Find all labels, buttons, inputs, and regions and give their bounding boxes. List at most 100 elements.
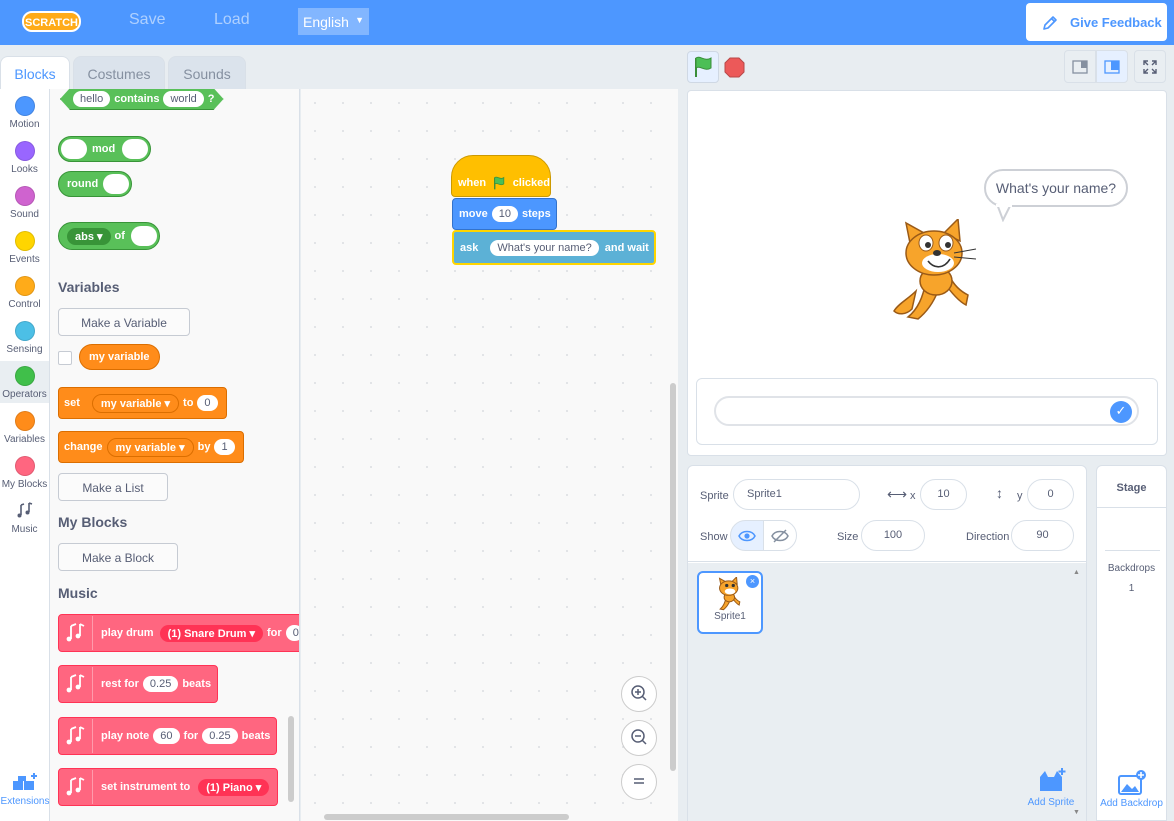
category-my-blocks[interactable]: My Blocks — [0, 456, 49, 490]
mod-block[interactable]: mod — [58, 136, 152, 162]
sprite-tile[interactable]: × Sprite1 — [697, 571, 763, 634]
script-horizontal-scrollbar[interactable] — [324, 814, 569, 820]
set-variable-block[interactable]: set my variable ▾ to 0 — [58, 387, 227, 419]
pencil-icon — [1043, 16, 1057, 30]
x-position-field[interactable]: 10 — [920, 479, 967, 510]
zoom-out-button[interactable] — [621, 720, 657, 756]
extensions-button[interactable]: Extensions — [0, 768, 50, 821]
direction-label: Direction — [966, 531, 1010, 543]
round-input[interactable] — [103, 174, 130, 194]
sensing-dot-icon — [14, 321, 35, 341]
add-backdrop-button[interactable]: Add Backdrop — [1097, 770, 1166, 809]
category-label: Events — [9, 254, 40, 265]
ask-and-wait-block[interactable]: ask What's your name? and wait — [452, 230, 656, 265]
x-label: x — [910, 490, 916, 502]
palette-scrollbar[interactable] — [288, 716, 294, 802]
make-block-button[interactable]: Make a Block — [58, 543, 178, 571]
move-steps-input[interactable]: 10 — [491, 206, 518, 222]
load-menu[interactable]: Load — [214, 11, 250, 29]
scroll-down-icon[interactable]: ▼ — [1073, 809, 1080, 816]
category-motion[interactable]: Motion — [0, 96, 49, 130]
show-visible-button[interactable] — [730, 520, 764, 551]
play-note-block[interactable]: play note 60 for 0.25 beats — [58, 717, 278, 755]
contains-block[interactable]: hello contains world ? — [60, 89, 224, 110]
tab-costumes[interactable]: Costumes — [73, 56, 165, 90]
green-flag-button[interactable] — [687, 51, 719, 83]
make-list-button[interactable]: Make a List — [58, 473, 168, 501]
rest-beats-label: beats — [182, 678, 212, 690]
round-block[interactable]: round — [58, 171, 133, 197]
rest-for-block[interactable]: rest for 0.25 beats — [58, 665, 219, 703]
my-variable-reporter[interactable]: my variable — [79, 344, 160, 370]
y-position-field[interactable]: 0 — [1027, 479, 1074, 510]
script-area[interactable]: when clicked move 10 steps ask What's yo… — [301, 89, 678, 821]
zoom-in-button[interactable] — [621, 676, 657, 712]
change-var-dropdown[interactable]: my variable ▾ — [106, 437, 194, 457]
contains-input-b[interactable]: world — [163, 91, 203, 107]
submit-answer-button[interactable]: ✓ — [1110, 401, 1132, 423]
zoom-reset-button[interactable] — [621, 764, 657, 800]
show-hidden-button[interactable] — [763, 520, 797, 551]
stage-canvas[interactable]: What's your name? ✓ — [687, 90, 1167, 456]
sprite-pane: Sprite Sprite1 ⟷ x 10 ↕ y 0 Show Size 10… — [687, 465, 1087, 821]
normal-stage-button[interactable] — [1096, 50, 1128, 83]
drum-dropdown[interactable]: (1) Snare Drum ▾ — [159, 624, 264, 642]
cat-sprite[interactable] — [888, 219, 988, 323]
set-value-input[interactable]: 0 — [197, 395, 218, 411]
abs-block[interactable]: abs ▾ of — [58, 222, 160, 250]
fullscreen-button[interactable] — [1134, 50, 1166, 83]
control-dot-icon — [14, 276, 35, 296]
category-menu: Motion Looks Sound Events Control Sensin… — [0, 89, 50, 821]
category-sound[interactable]: Sound — [0, 186, 49, 220]
category-sensing[interactable]: Sensing — [0, 321, 49, 355]
scratch-logo[interactable]: SCRATCH — [22, 10, 81, 33]
category-looks[interactable]: Looks — [0, 141, 49, 175]
mod-input-b[interactable] — [122, 139, 149, 159]
tab-sounds[interactable]: Sounds — [168, 56, 246, 90]
add-sprite-button[interactable]: Add Sprite — [1024, 767, 1078, 808]
give-feedback-button[interactable]: Give Feedback — [1026, 3, 1167, 41]
category-control[interactable]: Control — [0, 276, 49, 310]
abs-of-label: of — [114, 230, 125, 242]
size-field[interactable]: 100 — [861, 520, 925, 551]
vertical-arrows-icon: ↕ — [996, 485, 1003, 501]
tab-blocks[interactable]: Blocks — [0, 56, 70, 92]
set-instrument-block[interactable]: set instrument to (1) Piano ▾ — [58, 768, 279, 806]
category-operators[interactable]: Operators — [0, 361, 49, 403]
answer-input[interactable]: ✓ — [714, 396, 1139, 426]
note-beats-input[interactable]: 0.25 — [202, 728, 238, 744]
play-drum-beats-input[interactable]: 0. — [285, 625, 299, 641]
eye-icon — [738, 530, 756, 542]
change-value-input[interactable]: 1 — [214, 439, 235, 455]
scroll-up-icon[interactable]: ▲ — [1073, 569, 1080, 576]
play-drum-block[interactable]: play drum (1) Snare Drum ▾ for 0. — [58, 614, 299, 652]
mod-input-a[interactable] — [61, 139, 87, 159]
language-select[interactable]: English ▼ — [298, 8, 369, 35]
abs-dropdown[interactable]: abs ▾ — [67, 227, 111, 245]
when-flag-clicked-block[interactable]: when clicked — [451, 155, 551, 197]
delete-sprite-icon[interactable]: × — [746, 575, 759, 588]
variable-checkbox[interactable] — [58, 351, 72, 365]
save-menu[interactable]: Save — [129, 11, 165, 29]
move-steps-block[interactable]: move 10 steps — [452, 198, 557, 230]
category-music[interactable]: Music — [0, 501, 49, 535]
rest-beats-input[interactable]: 0.25 — [142, 676, 179, 692]
direction-field[interactable]: 90 — [1011, 520, 1074, 551]
contains-input-a[interactable]: hello — [73, 91, 110, 107]
category-variables[interactable]: Variables — [0, 411, 49, 445]
stage-selector[interactable]: Stage Backdrops 1 Add Backdrop — [1096, 465, 1167, 821]
make-variable-button[interactable]: Make a Variable — [58, 308, 190, 336]
abs-input[interactable] — [130, 226, 157, 246]
stop-button[interactable] — [724, 57, 745, 78]
change-variable-block[interactable]: change my variable ▾ by 1 — [58, 431, 244, 463]
instrument-dropdown[interactable]: (1) Piano ▾ — [198, 778, 270, 796]
steps-label: steps — [522, 208, 551, 220]
sprite-name-field[interactable]: Sprite1 — [733, 479, 860, 510]
set-var-dropdown[interactable]: my variable ▾ — [91, 393, 180, 413]
ask-input[interactable]: What's your name? — [490, 239, 599, 256]
category-events[interactable]: Events — [0, 231, 49, 265]
motion-dot-icon — [14, 96, 35, 116]
note-input[interactable]: 60 — [153, 728, 180, 744]
script-vertical-scrollbar[interactable] — [670, 383, 676, 771]
small-stage-button[interactable] — [1064, 50, 1096, 83]
